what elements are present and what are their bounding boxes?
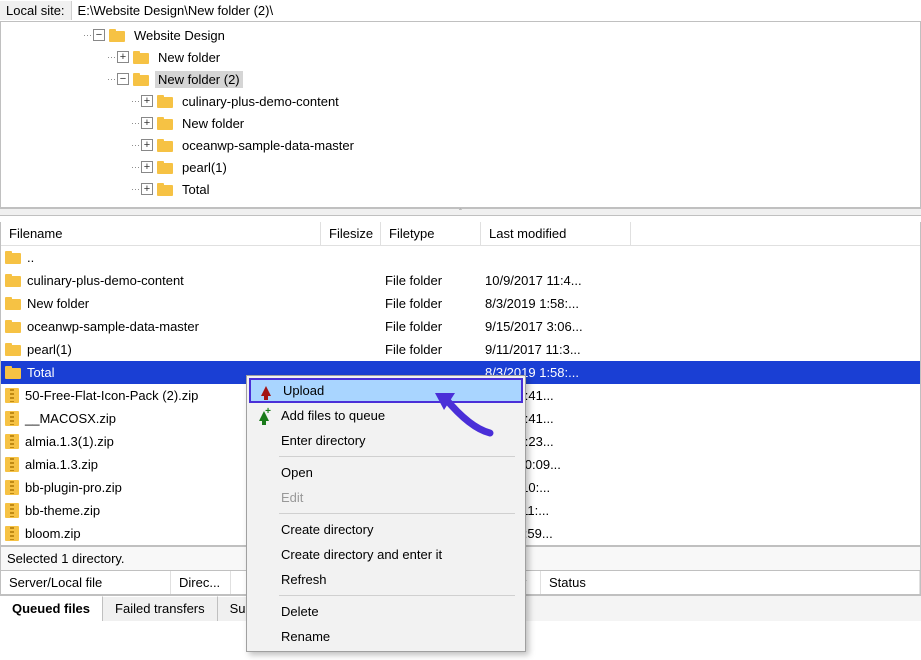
tree-item[interactable]: ⋯+New folder xyxy=(1,46,920,68)
upload-icon xyxy=(257,382,275,400)
file-name: __MACOSX.zip xyxy=(25,411,116,426)
zip-icon xyxy=(5,457,19,472)
file-name: 50-Free-Flat-Icon-Pack (2).zip xyxy=(25,388,198,403)
folder-icon xyxy=(5,297,21,310)
menu-create-directory-enter[interactable]: Create directory and enter it xyxy=(249,542,523,567)
zip-icon xyxy=(5,388,19,403)
expand-icon[interactable]: + xyxy=(141,161,153,173)
zip-icon xyxy=(5,434,19,449)
file-name: .. xyxy=(27,250,34,265)
file-name: culinary-plus-demo-content xyxy=(27,273,184,288)
col-filesize[interactable]: Filesize xyxy=(321,222,381,245)
file-name: almia.1.3(1).zip xyxy=(25,434,114,449)
file-name: New folder xyxy=(27,296,89,311)
file-name: oceanwp-sample-data-master xyxy=(27,319,199,334)
tree-item[interactable]: ⋯+pearl(1) xyxy=(1,156,920,178)
folder-icon xyxy=(5,343,21,356)
file-modified: 8/3/2019 1:58:... xyxy=(481,296,631,311)
folder-icon xyxy=(133,51,149,64)
file-type: File folder xyxy=(381,319,481,334)
col-filetype[interactable]: Filetype xyxy=(381,222,481,245)
file-modified: 9/15/2017 3:06... xyxy=(481,319,631,334)
file-name: Total xyxy=(27,365,54,380)
folder-icon xyxy=(5,274,21,287)
expand-icon[interactable]: + xyxy=(141,95,153,107)
file-row[interactable]: New folder File folder8/3/2019 1:58:... xyxy=(1,292,920,315)
file-row[interactable]: pearl(1) File folder9/11/2017 11:3... xyxy=(1,338,920,361)
col-modified[interactable]: Last modified xyxy=(481,222,631,245)
local-site-label: Local site: xyxy=(0,1,72,20)
file-name: bb-plugin-pro.zip xyxy=(25,480,122,495)
tutorial-arrow-icon xyxy=(430,388,500,438)
col-server-local[interactable]: Server/Local file xyxy=(1,571,171,594)
menu-open[interactable]: Open xyxy=(249,460,523,485)
tree-item[interactable]: ⋯+oceanwp-sample-data-master xyxy=(1,134,920,156)
menu-edit: Edit xyxy=(249,485,523,510)
menu-rename[interactable]: Rename xyxy=(249,624,523,649)
folder-icon xyxy=(133,73,149,86)
file-row[interactable]: oceanwp-sample-data-master File folder9/1… xyxy=(1,315,920,338)
file-name: pearl(1) xyxy=(27,342,72,357)
tree-item[interactable]: ⋯+New folder xyxy=(1,112,920,134)
collapse-icon[interactable]: − xyxy=(117,73,129,85)
menu-separator xyxy=(279,513,515,514)
folder-icon xyxy=(109,29,125,42)
tree-item-label: New folder xyxy=(155,49,223,66)
tree-item[interactable]: ⋯+culinary-plus-demo-content xyxy=(1,90,920,112)
tab-queued[interactable]: Queued files xyxy=(0,596,103,621)
menu-delete[interactable]: Delete xyxy=(249,599,523,624)
zip-icon xyxy=(5,503,19,518)
folder-icon xyxy=(157,95,173,108)
folder-tree[interactable]: ⋯−Website Design⋯+New folder⋯−New folder… xyxy=(0,22,921,208)
tree-item-label: pearl(1) xyxy=(179,159,230,176)
zip-icon xyxy=(5,411,19,426)
folder-icon xyxy=(5,366,21,379)
file-type: File folder xyxy=(381,296,481,311)
tree-item[interactable]: ⋯+Total xyxy=(1,178,920,200)
tree-item[interactable]: ⋯−Website Design xyxy=(1,24,920,46)
folder-icon xyxy=(5,320,21,333)
col-status[interactable]: Status xyxy=(541,571,920,594)
file-modified: 9/11/2017 11:3... xyxy=(481,342,631,357)
expand-icon[interactable]: + xyxy=(141,183,153,195)
zip-icon xyxy=(5,526,19,541)
tree-item-label: oceanwp-sample-data-master xyxy=(179,137,357,154)
tree-item-label: culinary-plus-demo-content xyxy=(179,93,342,110)
file-list-header: Filename Filesize Filetype Last modified xyxy=(1,222,920,246)
menu-separator xyxy=(279,456,515,457)
menu-refresh[interactable]: Refresh xyxy=(249,567,523,592)
expand-icon[interactable]: + xyxy=(117,51,129,63)
file-name: bloom.zip xyxy=(25,526,81,541)
expand-icon[interactable]: + xyxy=(141,117,153,129)
folder-icon xyxy=(157,117,173,130)
file-name: almia.1.3.zip xyxy=(25,457,98,472)
zip-icon xyxy=(5,480,19,495)
file-row[interactable]: .. xyxy=(1,246,920,269)
local-site-pathbar: Local site: xyxy=(0,0,921,22)
file-row[interactable]: culinary-plus-demo-content File folder10/… xyxy=(1,269,920,292)
tree-item-label: New folder xyxy=(179,115,247,132)
add-queue-icon: + xyxy=(255,407,273,425)
tree-item[interactable]: ⋯−New folder (2) xyxy=(1,68,920,90)
file-name: bb-theme.zip xyxy=(25,503,100,518)
menu-separator xyxy=(279,595,515,596)
expand-icon[interactable]: + xyxy=(141,139,153,151)
tree-item-label: New folder (2) xyxy=(155,71,243,88)
folder-icon xyxy=(157,161,173,174)
file-modified: 10/9/2017 11:4... xyxy=(481,273,631,288)
folder-icon xyxy=(157,139,173,152)
tree-item-label: Total xyxy=(179,181,212,198)
collapse-icon[interactable]: − xyxy=(93,29,105,41)
local-site-path-input[interactable] xyxy=(72,1,921,20)
folder-icon xyxy=(157,183,173,196)
file-type: File folder xyxy=(381,273,481,288)
col-filename[interactable]: Filename xyxy=(1,222,321,245)
splitter[interactable]: ˆ xyxy=(0,208,921,216)
file-type: File folder xyxy=(381,342,481,357)
menu-create-directory[interactable]: Create directory xyxy=(249,517,523,542)
tab-failed[interactable]: Failed transfers xyxy=(103,596,218,621)
parent-folder-icon xyxy=(5,251,21,264)
tree-item-label: Website Design xyxy=(131,27,228,44)
col-direction[interactable]: Direc... xyxy=(171,571,231,594)
